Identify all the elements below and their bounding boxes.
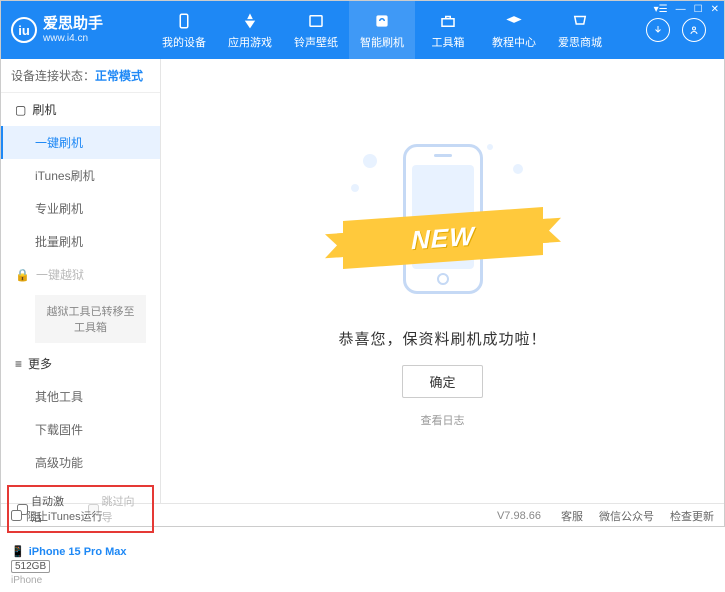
apps-icon: [240, 11, 260, 31]
cart-icon: [570, 11, 590, 31]
view-log-link[interactable]: 查看日志: [421, 412, 465, 428]
refresh-icon: [372, 11, 392, 31]
window-menu-icon[interactable]: ▾☰: [654, 4, 668, 15]
sidebar-item-pro[interactable]: 专业刷机: [1, 192, 160, 225]
ok-button[interactable]: 确定: [402, 365, 482, 398]
image-icon: [306, 11, 326, 31]
sidebar-item-download-fw[interactable]: 下载固件: [1, 413, 160, 446]
window-close-icon[interactable]: ✕: [711, 4, 719, 15]
new-ribbon: NEW: [343, 207, 543, 269]
jailbreak-note: 越狱工具已转移至工具箱: [35, 295, 146, 343]
sidebar-item-batch[interactable]: 批量刷机: [1, 225, 160, 258]
success-illustration: NEW: [333, 134, 553, 314]
nav-apps-games[interactable]: 应用游戏: [217, 1, 283, 59]
nav-toolbox[interactable]: 工具箱: [415, 1, 481, 59]
header: iu 爱思助手 www.i4.cn 我的设备 应用游戏 铃声壁纸 智能刷机 工具…: [1, 1, 724, 59]
device-type: iPhone: [11, 575, 150, 586]
sidebar: 设备连接状态：正常模式 ▢刷机 一键刷机 iTunes刷机 专业刷机 批量刷机 …: [1, 59, 161, 503]
lock-icon: 🔒: [15, 268, 30, 282]
logo-icon: iu: [11, 17, 37, 43]
block-itunes-checkbox[interactable]: 阻止iTunes运行: [11, 508, 103, 524]
sidebar-item-itunes[interactable]: iTunes刷机: [1, 159, 160, 192]
nav-flash[interactable]: 智能刷机: [349, 1, 415, 59]
storage-badge: 512GB: [11, 560, 50, 573]
header-actions: [646, 18, 714, 42]
footer-wechat[interactable]: 微信公众号: [599, 508, 654, 524]
nav-my-device[interactable]: 我的设备: [151, 1, 217, 59]
app-title: 爱思助手: [43, 16, 103, 33]
main-content: NEW 恭喜您，保资料刷机成功啦！ 确定 查看日志: [161, 59, 724, 503]
device-info: 📱iPhone 15 Pro Max 512GB iPhone: [1, 539, 160, 592]
app-subtitle: www.i4.cn: [43, 33, 103, 44]
graduation-icon: [504, 11, 524, 31]
footer-support[interactable]: 客服: [561, 508, 583, 524]
toolbox-icon: [438, 11, 458, 31]
version-label: V7.98.66: [497, 510, 541, 522]
window-maximize-icon[interactable]: ☐: [694, 4, 703, 15]
nav-ringtones[interactable]: 铃声壁纸: [283, 1, 349, 59]
window-minimize-icon[interactable]: —: [676, 4, 686, 15]
footer-update[interactable]: 检查更新: [670, 508, 714, 524]
device-name[interactable]: 📱iPhone 15 Pro Max: [11, 545, 150, 558]
main-nav: 我的设备 应用游戏 铃声壁纸 智能刷机 工具箱 教程中心 爱思商城: [151, 1, 646, 59]
success-message: 恭喜您，保资料刷机成功啦！: [338, 328, 546, 349]
nav-store[interactable]: 爱思商城: [547, 1, 613, 59]
logo: iu 爱思助手 www.i4.cn: [11, 16, 151, 44]
connection-status: 设备连接状态：正常模式: [1, 59, 160, 93]
flash-icon: ▢: [15, 103, 26, 117]
phone-icon: [174, 11, 194, 31]
footer-links: 客服 微信公众号 检查更新: [561, 508, 714, 524]
window-controls: ▾☰ — ☐ ✕: [654, 4, 719, 15]
section-jailbreak: 🔒一键越狱: [1, 258, 160, 291]
menu-icon: ≡: [15, 357, 22, 371]
nav-tutorials[interactable]: 教程中心: [481, 1, 547, 59]
device-icon: 📱: [11, 545, 25, 558]
section-flash[interactable]: ▢刷机: [1, 93, 160, 126]
sidebar-item-other[interactable]: 其他工具: [1, 380, 160, 413]
section-more[interactable]: ≡更多: [1, 347, 160, 380]
sidebar-item-advanced[interactable]: 高级功能: [1, 446, 160, 479]
sidebar-item-oneclick[interactable]: 一键刷机: [1, 126, 160, 159]
user-button[interactable]: [682, 18, 706, 42]
download-button[interactable]: [646, 18, 670, 42]
